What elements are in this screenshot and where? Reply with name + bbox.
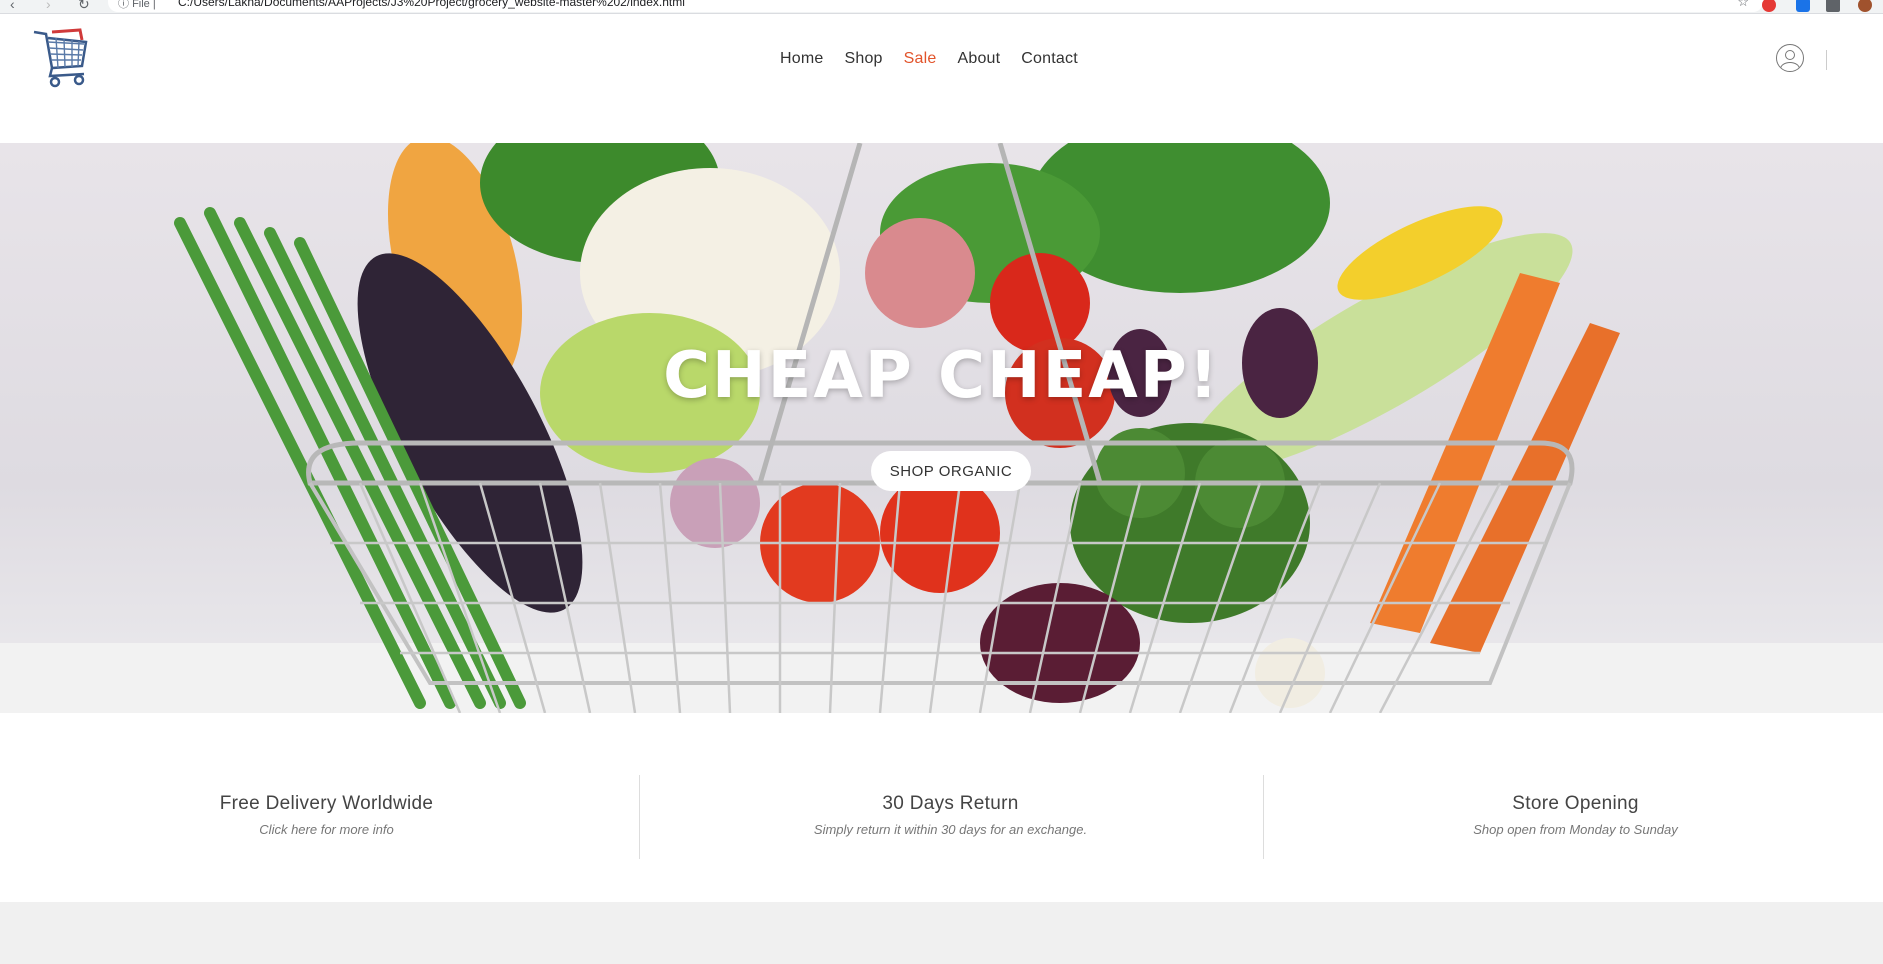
feature-30-days-return: 30 Days Return Simply return it within 3…: [638, 713, 1263, 902]
bookmark-star-icon[interactable]: ☆: [1737, 0, 1749, 10]
feature-free-delivery[interactable]: Free Delivery Worldwide Click here for m…: [14, 713, 639, 902]
puzzle-extensions-icon[interactable]: [1826, 0, 1840, 12]
nav-contact[interactable]: Contact: [1021, 50, 1078, 68]
nav-about[interactable]: About: [957, 50, 1000, 68]
shopping-cart-logo[interactable]: [26, 24, 92, 92]
feature-subtitle: Shop open from Monday to Sunday: [1473, 822, 1678, 837]
vegetable-basket-image: [0, 143, 1883, 713]
nav-sale[interactable]: Sale: [904, 50, 937, 68]
info-icon[interactable]: ⓘ File |: [118, 0, 156, 11]
shop-organic-button[interactable]: SHOP ORGANIC: [871, 451, 1031, 491]
features-strip: Free Delivery Worldwide Click here for m…: [0, 713, 1883, 902]
extension-opera-icon[interactable]: [1762, 0, 1776, 12]
feature-store-opening: Store Opening Shop open from Monday to S…: [1263, 713, 1883, 902]
back-icon[interactable]: ‹: [10, 0, 15, 12]
hero-title: CHEAP CHEAP!: [663, 339, 1220, 413]
profile-avatar-icon[interactable]: [1858, 0, 1872, 12]
nav-home[interactable]: Home: [780, 50, 823, 68]
file-label: File: [132, 0, 150, 10]
url-text[interactable]: C:/Users/Lakna/Documents/AAProjects/J3%2…: [178, 0, 685, 9]
main-nav: Home Shop Sale About Contact: [780, 50, 1099, 68]
feature-subtitle: Simply return it within 30 days for an e…: [813, 822, 1088, 837]
feature-title: 30 Days Return: [882, 793, 1019, 814]
header-divider: [1826, 50, 1827, 70]
feature-title: Free Delivery Worldwide: [219, 793, 434, 814]
hero-banner: CHEAP CHEAP! SHOP ORGANIC: [0, 143, 1883, 713]
forward-icon[interactable]: ›: [46, 0, 51, 12]
browser-toolbar: ‹ › ↻ ⓘ File | C:/Users/Lakna/Documents/…: [0, 0, 1883, 14]
user-account-icon[interactable]: [1776, 44, 1804, 72]
feature-subtitle[interactable]: Click here for more info: [14, 822, 639, 837]
address-bar[interactable]: ⓘ File | C:/Users/Lakna/Documents/AAProj…: [108, 0, 1763, 12]
nav-shop[interactable]: Shop: [844, 50, 882, 68]
feature-title: Store Opening: [1512, 793, 1639, 814]
site-header: Home Shop Sale About Contact: [0, 14, 1883, 143]
extension-badge-icon[interactable]: [1796, 0, 1810, 12]
reload-icon[interactable]: ↻: [78, 0, 90, 13]
footer-band: [0, 902, 1883, 964]
